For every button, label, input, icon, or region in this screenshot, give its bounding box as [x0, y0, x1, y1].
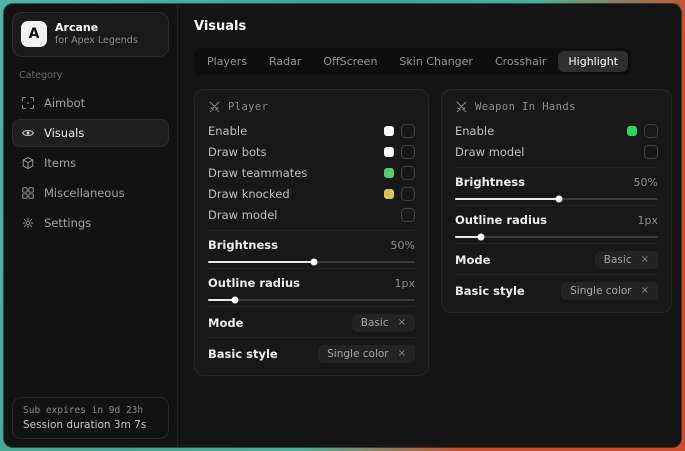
close-icon[interactable]: ×	[641, 286, 649, 296]
slider-value: 50%	[634, 176, 658, 189]
color-swatch[interactable]	[384, 168, 394, 178]
checkbox[interactable]	[644, 124, 658, 138]
sub-expiry-text: Sub expires in 9d 23h	[23, 405, 158, 416]
toggle-row: Draw teammates	[208, 162, 415, 183]
category-label: Category	[19, 70, 162, 81]
sidebar-nav: Aimbot Visuals Items Miscellaneous Setti…	[12, 89, 169, 239]
color-swatch[interactable]	[384, 147, 394, 157]
select-value: Single color	[570, 285, 631, 297]
select-row: Basic style Single color ×	[208, 337, 415, 363]
select-chip[interactable]: Basic ×	[595, 251, 658, 269]
desktop-background: A Arcane for Apex Legends Category Aimbo…	[0, 0, 685, 451]
subscription-card: Sub expires in 9d 23h Session duration 3…	[12, 397, 169, 439]
slider[interactable]	[208, 261, 415, 263]
brand-logo: A	[21, 21, 47, 47]
page-title: Visuals	[194, 19, 672, 34]
aimbot-frame-icon	[21, 96, 35, 110]
app-window: A Arcane for Apex Legends Category Aimbo…	[4, 4, 681, 447]
slider-value: 50%	[391, 239, 415, 252]
crossed-swords-icon	[208, 100, 221, 113]
settings-card: Player Enable Draw bots Draw teammates D…	[194, 89, 429, 376]
slider-thumb[interactable]	[555, 196, 562, 203]
select-row: Mode Basic ×	[208, 306, 415, 332]
card-title: Player	[228, 101, 268, 113]
slider-fill	[208, 261, 314, 263]
crossed-swords-icon	[455, 100, 468, 113]
slider[interactable]	[455, 198, 658, 200]
cards-container: Player Enable Draw bots Draw teammates D…	[194, 89, 672, 376]
items-box-icon	[21, 156, 35, 170]
toggle-row: Enable	[208, 120, 415, 141]
select-row: Basic style Single color ×	[455, 274, 658, 300]
slider-value: 1px	[638, 214, 659, 227]
sidebar-item-miscellaneous[interactable]: Miscellaneous	[12, 179, 169, 207]
tab-bar: PlayersRadarOffScreenSkin ChangerCrossha…	[194, 48, 631, 75]
color-swatch[interactable]	[384, 126, 394, 136]
select-chip[interactable]: Basic ×	[352, 314, 415, 332]
slider[interactable]	[208, 299, 415, 301]
slider-row: Brightness 50%	[455, 167, 658, 200]
checkbox[interactable]	[401, 145, 415, 159]
sidebar-item-settings[interactable]: Settings	[12, 209, 169, 237]
select-chip[interactable]: Single color ×	[318, 345, 415, 363]
toggle-row: Draw knocked	[208, 183, 415, 204]
slider-row: Outline radius 1px	[455, 205, 658, 238]
sidebar-item-items[interactable]: Items	[12, 149, 169, 177]
checkbox[interactable]	[401, 124, 415, 138]
slider-thumb[interactable]	[310, 259, 317, 266]
slider-value: 1px	[395, 277, 416, 290]
close-icon[interactable]: ×	[641, 255, 649, 265]
settings-card: Weapon In Hands Enable Draw model Bright…	[441, 89, 672, 313]
tab-skin-changer[interactable]: Skin Changer	[389, 51, 483, 72]
slider-row: Brightness 50%	[208, 230, 415, 263]
checkbox[interactable]	[401, 187, 415, 201]
tab-crosshair[interactable]: Crosshair	[485, 51, 556, 72]
settings-gear-icon	[21, 216, 35, 230]
toggle-row: Draw model	[455, 141, 658, 162]
color-swatch[interactable]	[384, 189, 394, 199]
brand-subtitle: for Apex Legends	[55, 35, 152, 47]
visuals-eye-icon	[21, 126, 35, 140]
select-value: Single color	[327, 348, 388, 360]
session-duration-text: Session duration 3m 7s	[23, 419, 158, 431]
checkbox[interactable]	[401, 166, 415, 180]
tab-highlight[interactable]: Highlight	[558, 51, 628, 72]
select-row: Mode Basic ×	[455, 243, 658, 269]
sidebar: A Arcane for Apex Legends Category Aimbo…	[4, 4, 178, 447]
slider-thumb[interactable]	[231, 297, 238, 304]
tab-radar[interactable]: Radar	[259, 51, 311, 72]
checkbox[interactable]	[644, 145, 658, 159]
tab-offscreen[interactable]: OffScreen	[313, 51, 387, 72]
toggle-row: Enable	[455, 120, 658, 141]
brand-card: A Arcane for Apex Legends	[12, 12, 169, 57]
sidebar-item-visuals[interactable]: Visuals	[12, 119, 169, 147]
select-value: Basic	[361, 317, 389, 329]
select-value: Basic	[604, 254, 632, 266]
main-panel: Visuals PlayersRadarOffScreenSkin Change…	[178, 4, 681, 447]
slider-fill	[455, 198, 559, 200]
checkbox[interactable]	[401, 208, 415, 222]
misc-grid-icon	[21, 186, 35, 200]
close-icon[interactable]: ×	[398, 349, 406, 359]
select-chip[interactable]: Single color ×	[561, 282, 658, 300]
slider[interactable]	[455, 236, 658, 238]
tab-players[interactable]: Players	[197, 51, 257, 72]
sidebar-item-aimbot[interactable]: Aimbot	[12, 89, 169, 117]
brand-title: Arcane	[55, 21, 152, 35]
card-title: Weapon In Hands	[475, 101, 576, 113]
color-swatch[interactable]	[627, 126, 637, 136]
slider-row: Outline radius 1px	[208, 268, 415, 301]
toggle-row: Draw model	[208, 204, 415, 225]
close-icon[interactable]: ×	[398, 318, 406, 328]
toggle-row: Draw bots	[208, 141, 415, 162]
slider-thumb[interactable]	[478, 234, 485, 241]
